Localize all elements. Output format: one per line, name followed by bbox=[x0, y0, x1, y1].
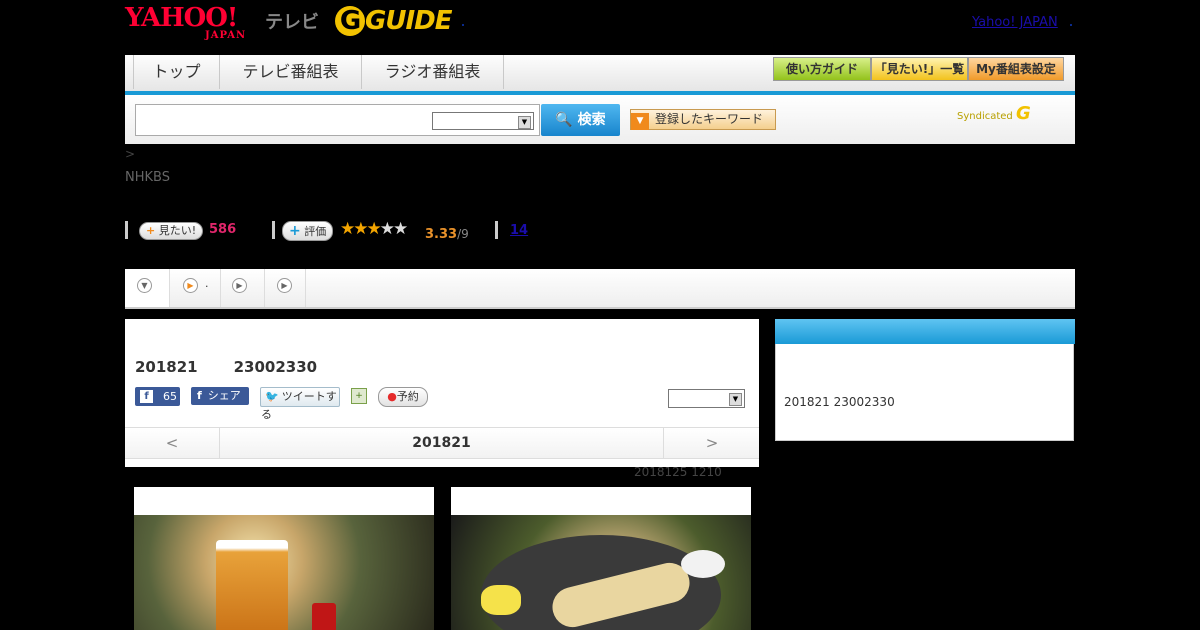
nav-tab-tv[interactable]: テレビ番組表 bbox=[220, 55, 362, 89]
divider bbox=[495, 221, 498, 239]
search-button[interactable]: 🔍 検索 bbox=[541, 104, 620, 136]
want-list-button[interactable]: 「見たい!」一覧 bbox=[871, 57, 968, 81]
gguide-g-icon: G bbox=[335, 6, 365, 36]
star-icon: ★ bbox=[366, 219, 382, 239]
want-button-label: 見たい! bbox=[158, 224, 197, 237]
play-icon[interactable]: ▶ bbox=[183, 278, 198, 293]
panel-select[interactable]: ▼ bbox=[668, 389, 745, 408]
next-date-button[interactable]: > bbox=[663, 428, 760, 458]
record-icon: ● bbox=[387, 390, 397, 403]
tab-separator bbox=[220, 269, 221, 307]
yahoo-japan-link[interactable]: Yahoo! JAPAN bbox=[972, 15, 1058, 30]
triangle-down-icon: ▼ bbox=[631, 113, 649, 130]
rate-button[interactable]: + 評価 bbox=[282, 221, 334, 241]
main-nav: トップ テレビ番組表 ラジオ番組表 使い方ガイド 「見たい!」一覧 My番組表設… bbox=[125, 55, 1075, 95]
photo-card-header bbox=[134, 487, 434, 515]
search-button-label: 検索 bbox=[577, 112, 606, 128]
yahoo-logo[interactable]: YAHOO! JAPAN bbox=[125, 3, 247, 41]
star-icon: ★ bbox=[379, 219, 395, 239]
red-glass bbox=[312, 603, 336, 630]
updated-timestamp: 2018125 1210 bbox=[634, 465, 722, 479]
content-tabs: ▼ ▶ . ▶ ▶ bbox=[125, 269, 1075, 309]
header-dot bbox=[1070, 24, 1072, 26]
syndicated-logo: Syndicated G bbox=[957, 103, 1031, 124]
rating-count: /9 bbox=[457, 227, 469, 241]
tab-active[interactable]: ▼ bbox=[125, 269, 169, 307]
nav-tab-radio[interactable]: ラジオ番組表 bbox=[362, 55, 504, 89]
nav-tab-top[interactable]: トップ bbox=[134, 55, 220, 89]
rate-button-label: 評価 bbox=[304, 225, 327, 238]
my-schedule-button[interactable]: My番組表設定 bbox=[968, 57, 1064, 81]
tab-dot: . bbox=[205, 277, 209, 290]
sauce-cup bbox=[681, 550, 725, 578]
keyword-button-label: 登録したキーワード bbox=[655, 112, 764, 126]
facebook-like-count: 65 bbox=[163, 390, 177, 403]
triangle-down-icon: ▼ bbox=[137, 278, 152, 293]
tab-separator bbox=[305, 269, 306, 307]
program-time: 23002330 bbox=[233, 358, 318, 376]
program-date: 201821 bbox=[135, 358, 198, 376]
want-button[interactable]: + 見たい! bbox=[139, 222, 204, 240]
tweet-button[interactable]: 🐦 ツイートする bbox=[260, 387, 340, 421]
gguide-logo-text: GUIDE bbox=[365, 6, 452, 36]
gguide-logo[interactable]: G GUIDE bbox=[335, 6, 452, 36]
facebook-icon: f bbox=[197, 389, 202, 402]
rating-value: 3.33/9 bbox=[425, 223, 469, 242]
keyword-button[interactable]: ▼ 登録したキーワード bbox=[630, 109, 776, 130]
divider bbox=[272, 221, 275, 239]
breadcrumb[interactable]: > bbox=[125, 147, 135, 161]
facebook-icon: f bbox=[140, 390, 153, 403]
star-rating: ★★★★★ bbox=[340, 219, 408, 239]
facebook-like-button[interactable]: f 65 bbox=[135, 387, 180, 406]
chevron-down-icon: ▼ bbox=[729, 393, 742, 406]
play-icon[interactable]: ▶ bbox=[277, 278, 292, 293]
calendar-add-icon[interactable]: + bbox=[351, 388, 367, 404]
syndicated-text: Syndicated bbox=[957, 111, 1013, 122]
search-category-select[interactable]: ▼ bbox=[432, 112, 534, 130]
reserve-label: 予約 bbox=[396, 390, 419, 403]
facebook-share-button[interactable]: f シェア bbox=[191, 387, 249, 405]
yahoo-logo-text: YAHOO! bbox=[125, 3, 238, 33]
review-count-link[interactable]: 14 bbox=[510, 223, 528, 238]
gguide-small-logo: G bbox=[1015, 103, 1031, 124]
tab-separator bbox=[264, 269, 265, 307]
rating-score: 3.33 bbox=[425, 227, 458, 242]
photo-card-header bbox=[451, 487, 751, 515]
want-count: 586 bbox=[209, 222, 237, 237]
star-icon: ★ bbox=[393, 219, 408, 239]
photo-fish[interactable] bbox=[451, 515, 751, 630]
plus-icon: + bbox=[289, 223, 301, 239]
divider bbox=[125, 221, 128, 239]
nav-edge bbox=[125, 55, 134, 89]
current-date: 201821 bbox=[412, 435, 471, 451]
star-icon: ★ bbox=[340, 219, 355, 239]
channel-name: NHKBS bbox=[125, 170, 170, 185]
photo-beer[interactable] bbox=[134, 515, 434, 630]
share-label: シェア bbox=[207, 389, 241, 402]
tab-separator bbox=[169, 269, 170, 307]
chevron-down-icon: ▼ bbox=[518, 116, 531, 129]
star-icon: ★ bbox=[353, 219, 368, 239]
tv-label: テレビ bbox=[265, 12, 319, 33]
yahoo-logo-sub: JAPAN bbox=[205, 30, 247, 41]
search-icon: 🔍 bbox=[555, 112, 573, 128]
program-datetime: 201821 23002330 bbox=[135, 358, 317, 376]
date-navigator: < 201821 > bbox=[125, 427, 759, 459]
beer-glass bbox=[216, 540, 288, 630]
lemon bbox=[481, 585, 521, 615]
reserve-button[interactable]: ●予約 bbox=[378, 387, 428, 407]
prev-date-button[interactable]: < bbox=[125, 428, 220, 458]
play-icon[interactable]: ▶ bbox=[232, 278, 247, 293]
twitter-icon: 🐦 bbox=[265, 390, 279, 403]
guide-button[interactable]: 使い方ガイド bbox=[773, 57, 871, 81]
plus-icon: + bbox=[146, 224, 156, 237]
side-panel-text: 201821 23002330 bbox=[784, 395, 895, 409]
side-panel-header bbox=[775, 319, 1075, 344]
header-dot bbox=[462, 24, 464, 26]
